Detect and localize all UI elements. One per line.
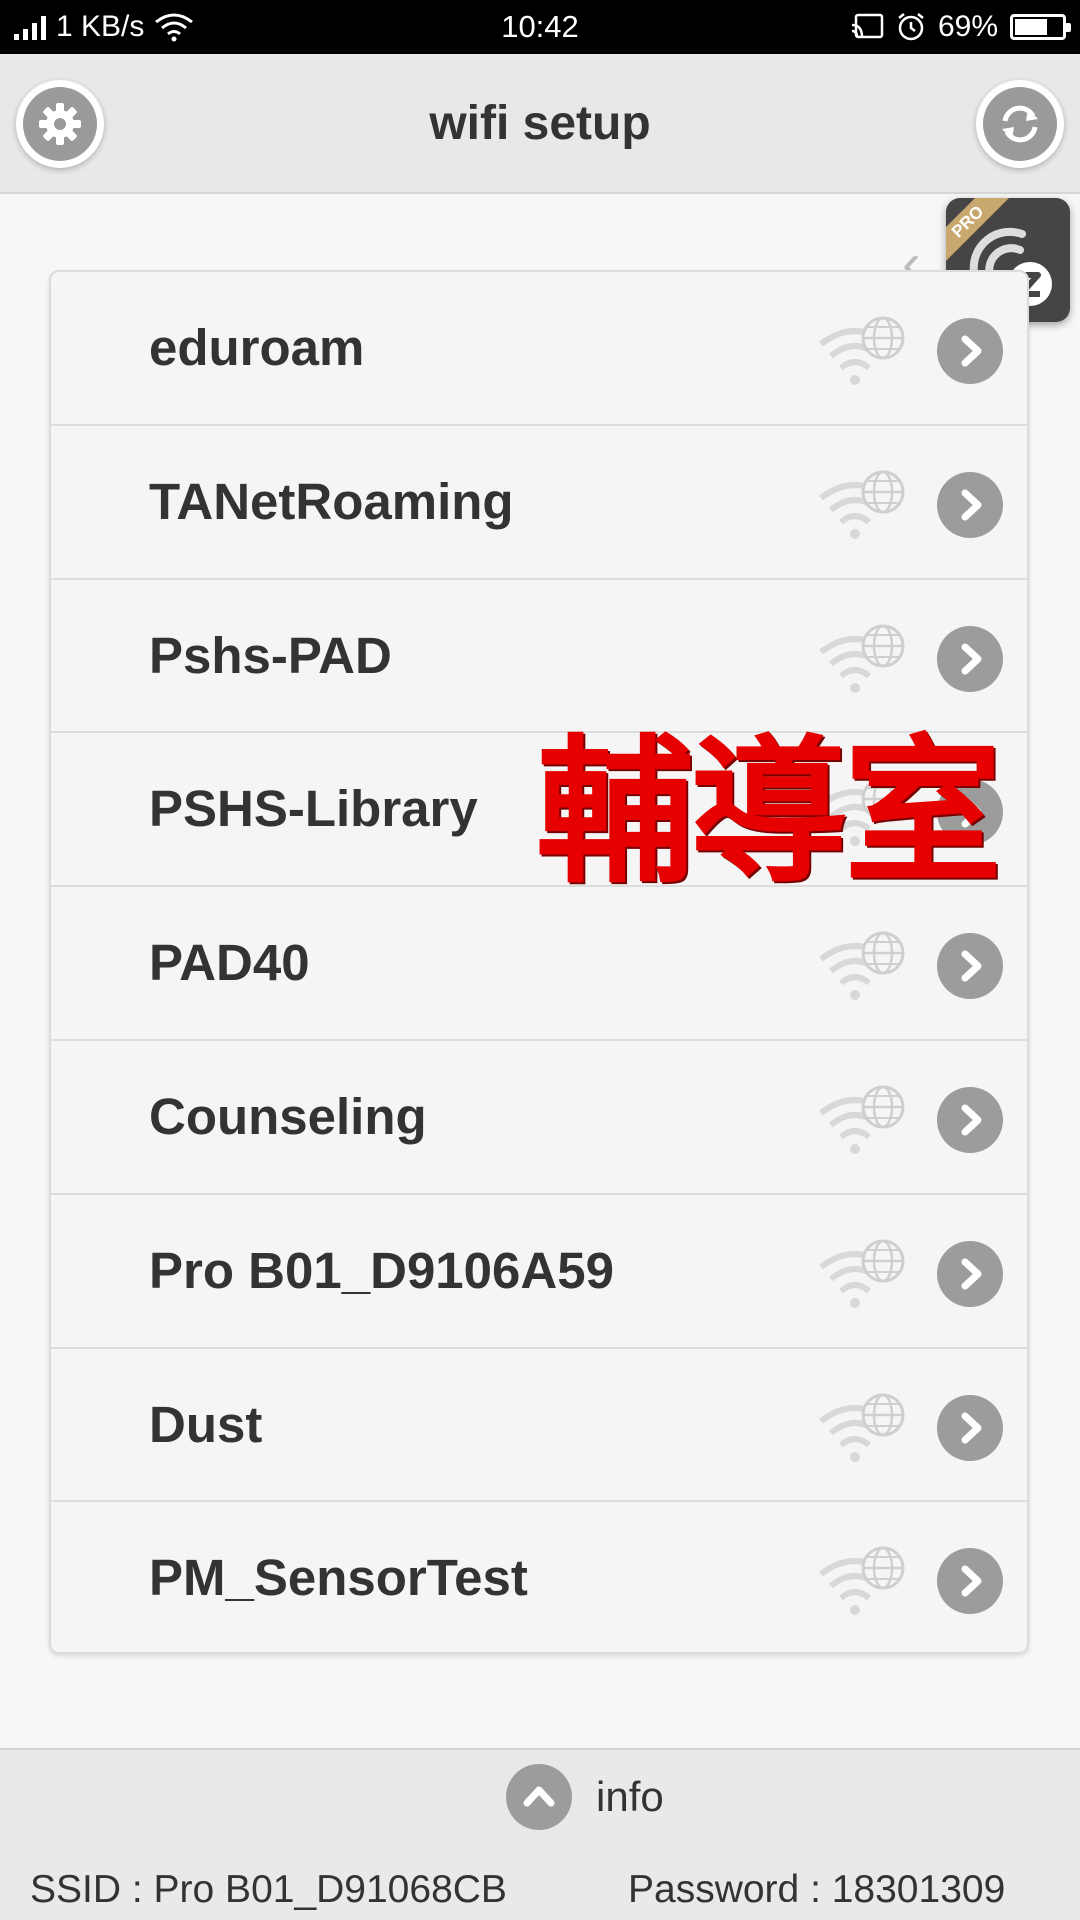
wifi-network-name: TANetRoaming [149,472,514,530]
wifi-network-name: Pro B01_D9106A59 [149,1241,614,1299]
info-toggle-button[interactable] [506,1764,572,1830]
settings-button[interactable] [16,80,104,168]
network-detail-button[interactable] [937,1086,1003,1153]
network-detail-button[interactable] [937,1394,1003,1461]
wifi-network-name: PSHS-Library [149,780,478,838]
wifi-network-name: Pshs-PAD [149,626,392,684]
status-right: 69% [850,0,1071,54]
wifi-row[interactable]: Counseling [51,1041,1027,1195]
network-detail-button[interactable] [937,1240,1003,1307]
wifi-globe-icon [815,1083,911,1159]
wifi-row[interactable]: PM_SensorTest [51,1502,1027,1652]
wifi-globe-icon [815,929,911,1005]
chevron-right-icon [961,643,982,675]
ssid-text: SSID : Pro B01_D91068CB [30,1868,507,1911]
battery-level [1015,19,1047,35]
wifi-row[interactable]: Pro B01_D9106A59 [51,1195,1027,1349]
info-label[interactable]: info [596,1762,664,1832]
wifi-network-name: PM_SensorTest [149,1549,528,1607]
wifi-globe-icon [815,1237,911,1313]
chevron-right-icon [961,1565,982,1597]
chevron-right-icon [961,1258,982,1290]
status-bar: 1 KB/s 10:42 69% [0,0,1080,54]
wifi-row[interactable]: Dust [51,1349,1027,1503]
chevron-right-icon [961,950,982,982]
wifi-network-name: Counseling [149,1087,427,1145]
wifi-globe-icon [815,468,911,544]
wifi-row[interactable]: eduroam [51,272,1027,426]
alarm-icon [898,13,924,41]
wifi-globe-icon [815,1391,911,1467]
chevron-right-icon [961,1104,982,1136]
network-detail-button[interactable] [937,933,1003,1000]
battery-icon [1010,14,1071,40]
chevron-up-icon [523,1786,555,1807]
chevron-right-icon [961,1412,982,1444]
wifi-globe-icon [815,314,911,390]
chevron-right-icon [961,489,982,521]
overlay-label: 輔導室 [536,721,1002,905]
wifi-row[interactable]: TANetRoaming [51,426,1027,580]
battery-percent: 69% [937,10,998,43]
network-detail-button[interactable] [937,318,1003,384]
network-detail-button[interactable] [937,1548,1003,1615]
refresh-button[interactable] [976,80,1064,168]
cast-icon [851,13,884,39]
gear-icon [23,87,97,161]
chevron-right-icon [961,335,982,367]
network-detail-button[interactable] [937,471,1003,538]
network-detail-button[interactable] [937,625,1003,692]
wifi-network-name: eduroam [149,319,365,376]
app-header: wifi setup [0,54,1080,194]
refresh-icon [983,87,1057,161]
page-title: wifi setup [429,97,651,150]
wifi-globe-icon [815,1544,911,1620]
password-text: Password : 18301309 [628,1868,1006,1911]
wifi-network-list: eduroam TANetRoaming Pshs-PAD PSHS-Library P… [49,270,1029,1654]
wifi-network-name: Dust [149,1395,263,1453]
info-panel: info SSID : Pro B01_D91068CB Password : … [0,1748,1080,1920]
wifi-network-name: PAD40 [149,934,310,992]
